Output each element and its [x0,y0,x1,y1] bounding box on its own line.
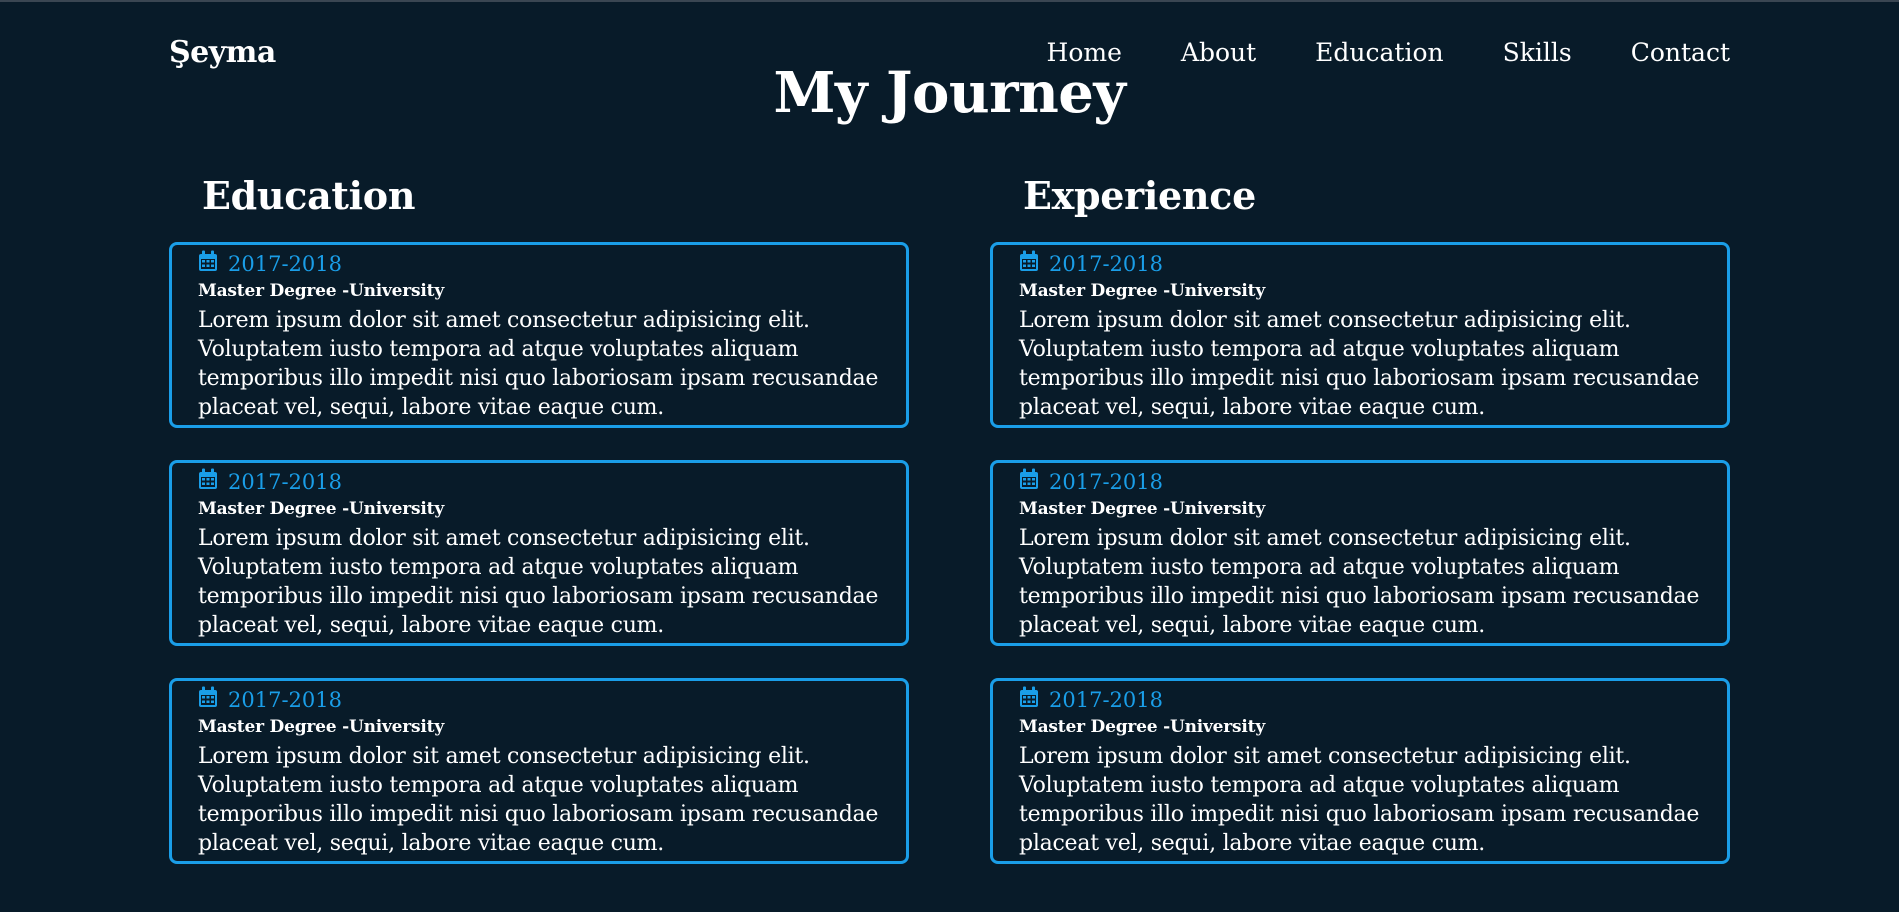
card-date-row: 2017-2018 [1019,467,1721,497]
education-column: Education 2017-2018 Master Degree -Unive… [169,170,909,896]
card-date-row: 2017-2018 [198,249,900,279]
calendar-icon [1020,468,1038,489]
card-description: Lorem ipsum dolor sit amet consectetur a… [1019,744,1700,856]
card-date: 2017-2018 [228,470,342,494]
card-date: 2017-2018 [228,688,342,712]
card-description: Lorem ipsum dolor sit amet consectetur a… [198,744,879,856]
education-card: 2017-2018 Master Degree -University Lore… [169,242,909,428]
calendar-icon [1020,686,1038,707]
experience-card: 2017-2018 Master Degree -University Lore… [990,460,1730,646]
card-date-row: 2017-2018 [1019,249,1721,279]
card-title: Master Degree -University [198,499,445,519]
experience-card: 2017-2018 Master Degree -University Lore… [990,678,1730,864]
calendar-icon [199,686,217,707]
education-card: 2017-2018 Master Degree -University Lore… [169,678,909,864]
experience-column: Experience 2017-2018 Master Degree -Univ… [990,170,1730,896]
card-description: Lorem ipsum dolor sit amet consectetur a… [1019,308,1700,420]
card-date-row: 2017-2018 [198,685,900,715]
card-title: Master Degree -University [1019,717,1266,737]
card-description: Lorem ipsum dolor sit amet consectetur a… [1019,526,1700,638]
card-title: Master Degree -University [1019,281,1266,301]
calendar-icon [199,468,217,489]
card-date-row: 2017-2018 [1019,685,1721,715]
page-title: My Journey [773,60,1126,126]
card-date: 2017-2018 [228,252,342,276]
card-title: Master Degree -University [198,281,445,301]
education-card: 2017-2018 Master Degree -University Lore… [169,460,909,646]
card-date-row: 2017-2018 [198,467,900,497]
calendar-icon [1020,250,1038,271]
card-date: 2017-2018 [1049,470,1163,494]
experience-heading: Experience [1023,173,1256,218]
education-heading: Education [202,173,416,218]
card-title: Master Degree -University [198,717,445,737]
card-description: Lorem ipsum dolor sit amet consectetur a… [198,526,879,638]
card-title: Master Degree -University [1019,499,1266,519]
calendar-icon [199,250,217,271]
experience-card: 2017-2018 Master Degree -University Lore… [990,242,1730,428]
card-date: 2017-2018 [1049,688,1163,712]
card-description: Lorem ipsum dolor sit amet consectetur a… [198,308,879,420]
card-date: 2017-2018 [1049,252,1163,276]
